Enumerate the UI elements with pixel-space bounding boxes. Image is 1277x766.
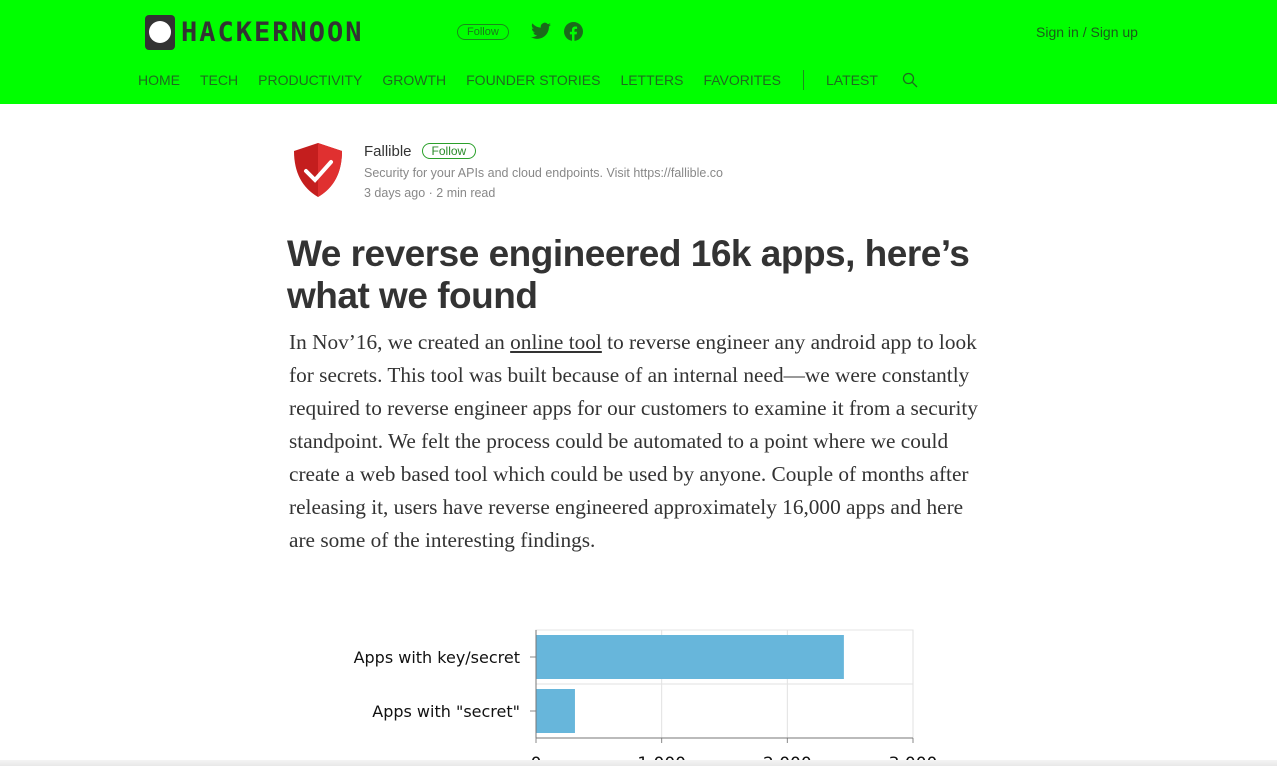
nav-divider <box>803 70 804 90</box>
read-time: 2 min read <box>436 186 496 200</box>
sign-in-link[interactable]: Sign in / Sign up <box>1036 24 1138 40</box>
article-title: We reverse engineered 16k apps, here’s w… <box>287 233 970 316</box>
facebook-icon[interactable] <box>564 22 583 46</box>
follow-publication-button[interactable]: Follow <box>457 24 509 40</box>
author-name[interactable]: Fallible <box>364 143 412 160</box>
main-nav: HOME TECH PRODUCTIVITY GROWTH FOUNDER ST… <box>138 70 938 91</box>
logo-text: HACKERNOON <box>181 17 364 48</box>
site-header: HACKERNOON Follow Sign in / Sign up HOME… <box>0 0 1277 104</box>
nav-letters[interactable]: LETTERS <box>620 72 683 91</box>
nav-latest[interactable]: LATEST <box>826 72 878 91</box>
author-bio: Security for your APIs and cloud endpoin… <box>364 166 723 180</box>
post-meta: 3 days ago · 2 min read <box>364 186 496 200</box>
bar <box>536 689 575 733</box>
online-tool-link[interactable]: online tool <box>510 330 602 354</box>
nav-productivity[interactable]: PRODUCTIVITY <box>258 72 362 91</box>
paragraph-text: to reverse engineer any android app to l… <box>289 330 978 552</box>
category-label: Apps with key/secret <box>354 648 520 667</box>
search-icon[interactable] <box>902 72 918 91</box>
paragraph-text: In Nov’16, we created an <box>289 330 511 354</box>
article-paragraph: In Nov’16, we created an online tool to … <box>289 326 989 557</box>
post-time: 3 days ago <box>364 186 426 200</box>
clock-icon <box>145 15 175 50</box>
follow-author-button[interactable]: Follow <box>421 143 477 159</box>
nav-tech[interactable]: TECH <box>200 72 238 91</box>
nav-favorites[interactable]: FAVORITES <box>703 72 781 91</box>
fallible-avatar[interactable] <box>290 141 346 199</box>
bar-chart: 01,0002,0003,000Apps with key/secretApps… <box>354 629 937 766</box>
hackernoon-logo[interactable]: HACKERNOON <box>145 15 364 50</box>
category-label: Apps with "secret" <box>372 702 520 721</box>
twitter-icon[interactable] <box>531 22 551 45</box>
nav-growth[interactable]: GROWTH <box>382 72 446 91</box>
bottom-bar <box>0 760 1277 766</box>
nav-founder-stories[interactable]: FOUNDER STORIES <box>466 72 600 91</box>
nav-home[interactable]: HOME <box>138 72 180 91</box>
bar <box>536 635 844 679</box>
